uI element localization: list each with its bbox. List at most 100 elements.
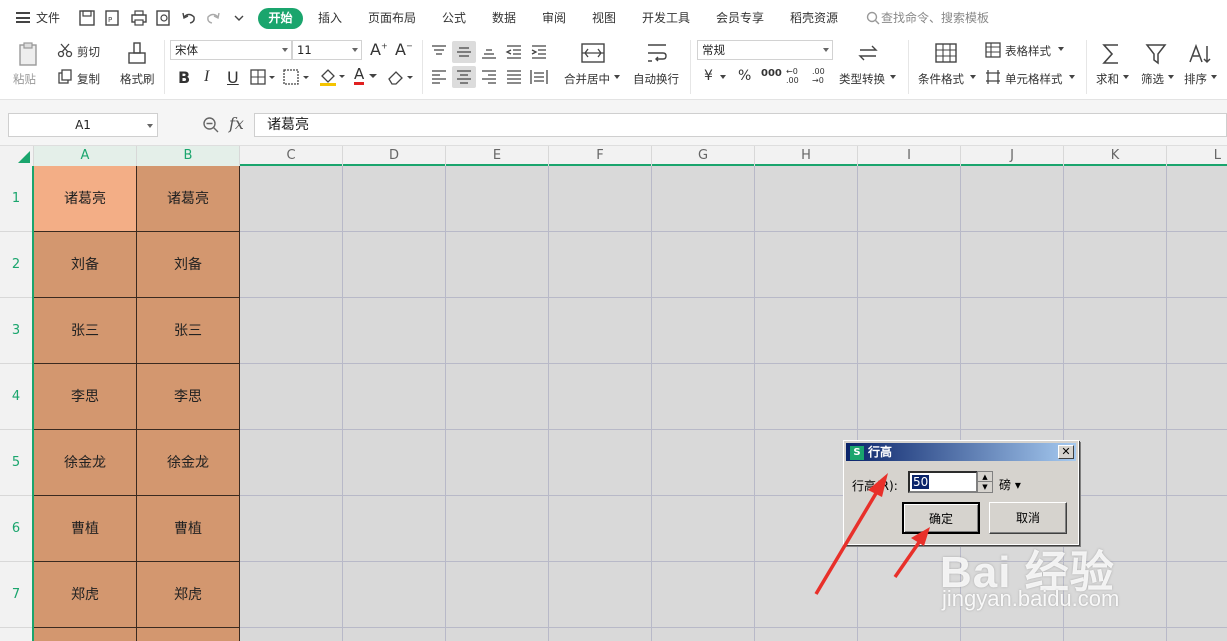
formula-input[interactable]: 诸葛亮 (254, 113, 1227, 137)
dialog-title-bar[interactable]: S 行高 ✕ (846, 443, 1076, 461)
cell-b8[interactable] (137, 628, 240, 641)
dropdown-arrow-icon[interactable] (1069, 75, 1075, 79)
format-painter-button[interactable]: 格式刷 (120, 71, 155, 87)
increase-decimal-button[interactable]: ←0 .00 (786, 67, 804, 85)
align-top-icon[interactable] (430, 44, 448, 60)
column-header-l[interactable]: L (1167, 146, 1227, 166)
font-color-dropdown-icon[interactable] (369, 74, 377, 80)
column-header-c[interactable]: C (240, 146, 343, 166)
currency-button[interactable]: ¥ (704, 68, 713, 84)
save-icon[interactable] (78, 9, 96, 27)
tab-review[interactable]: 审阅 (542, 9, 566, 26)
bold-button[interactable]: B (178, 68, 190, 87)
column-header-a[interactable]: A (34, 146, 137, 166)
increase-font-icon[interactable]: A+ (370, 40, 388, 59)
paste-button[interactable]: 粘贴 (13, 71, 36, 87)
font-size-select[interactable]: 11 (292, 40, 362, 60)
align-center-icon[interactable] (455, 69, 473, 85)
merge-center-button[interactable]: 合并居中 (564, 71, 610, 87)
column-header-h[interactable]: H (755, 146, 858, 166)
cut-button[interactable]: 剪切 (77, 44, 100, 60)
export-pdf-icon[interactable]: P (104, 9, 122, 27)
merge-center-icon[interactable] (580, 42, 606, 64)
column-header-b[interactable]: B (137, 146, 240, 166)
cell-a8[interactable] (34, 628, 137, 641)
quick-access-dropdown-icon[interactable] (230, 9, 248, 27)
percent-button[interactable]: % (738, 68, 751, 84)
dropdown-arrow-icon[interactable] (614, 75, 620, 79)
copy-button[interactable]: 复制 (77, 71, 100, 87)
cell-a6[interactable]: 曹植 (34, 496, 137, 562)
font-color-button[interactable]: A (354, 67, 365, 85)
spin-up-icon[interactable]: ▲ (978, 472, 992, 482)
redo-icon[interactable] (204, 9, 222, 27)
column-header-k[interactable]: K (1064, 146, 1167, 166)
row-header-4[interactable]: 4 (0, 364, 32, 430)
column-header-f[interactable]: F (549, 146, 652, 166)
scissors-icon[interactable] (57, 42, 73, 58)
font-name-select[interactable]: 宋体 (170, 40, 292, 60)
cell-b3[interactable]: 张三 (137, 298, 240, 364)
copy-icon[interactable] (57, 69, 73, 85)
unit-select[interactable]: 磅 ▾ (999, 476, 1021, 493)
row-header-5[interactable]: 5 (0, 430, 32, 496)
conditional-format-button[interactable]: 条件格式 (918, 71, 964, 87)
tab-docer-resources[interactable]: 稻壳资源 (790, 9, 838, 26)
increase-indent-icon[interactable] (530, 44, 548, 60)
cell-b1[interactable]: 诸葛亮 (137, 166, 240, 232)
decrease-decimal-button[interactable]: .00 →0 (812, 67, 830, 85)
spin-down-icon[interactable]: ▼ (978, 482, 992, 492)
row-height-spinner[interactable]: ▲ ▼ (977, 471, 993, 493)
decrease-indent-icon[interactable] (505, 44, 523, 60)
dropdown-arrow-icon[interactable] (1123, 75, 1129, 79)
select-all-corner[interactable] (0, 146, 34, 166)
justify-icon[interactable] (505, 69, 523, 85)
table-style-button[interactable]: 表格样式 (1005, 43, 1051, 59)
thousands-separator-button[interactable]: 000 (761, 68, 782, 79)
dropdown-arrow-icon[interactable] (1211, 75, 1217, 79)
column-header-g[interactable]: G (652, 146, 755, 166)
decrease-font-icon[interactable]: A− (395, 40, 413, 59)
cell-a4[interactable]: 李思 (34, 364, 137, 430)
borders-icon[interactable] (250, 69, 276, 85)
print-icon[interactable] (130, 9, 148, 27)
tab-home[interactable]: 开始 (258, 8, 303, 29)
align-left-icon[interactable] (430, 69, 448, 85)
dropdown-arrow-icon[interactable] (1168, 75, 1174, 79)
tab-data[interactable]: 数据 (492, 9, 516, 26)
dropdown-arrow-icon[interactable] (720, 75, 726, 79)
close-icon[interactable]: ✕ (1058, 445, 1074, 459)
cell-b2[interactable]: 刘备 (137, 232, 240, 298)
distributed-align-icon[interactable] (530, 69, 548, 85)
align-bottom-icon[interactable] (480, 44, 498, 60)
italic-button[interactable]: I (204, 68, 209, 86)
cell-style-button[interactable]: 单元格样式 (1005, 71, 1063, 87)
cell-a7[interactable]: 郑虎 (34, 562, 137, 628)
sum-button[interactable]: 求和 (1096, 71, 1119, 87)
filter-icon[interactable] (1145, 42, 1167, 66)
column-header-e[interactable]: E (446, 146, 549, 166)
cell-b5[interactable]: 徐金龙 (137, 430, 240, 496)
sort-button[interactable]: 排序 (1184, 71, 1207, 87)
filter-button[interactable]: 筛选 (1141, 71, 1164, 87)
dropdown-arrow-icon[interactable] (890, 75, 896, 79)
command-search-input[interactable]: 查找命令、搜索模板 (881, 9, 989, 26)
sum-icon[interactable] (1100, 42, 1122, 66)
row-header-2[interactable]: 2 (0, 232, 32, 298)
row-header-3[interactable]: 3 (0, 298, 32, 364)
fill-color-icon[interactable] (318, 67, 346, 87)
cell-a3[interactable]: 张三 (34, 298, 137, 364)
menu-file[interactable]: 文件 (36, 9, 60, 26)
insert-function-button[interactable]: fx (229, 114, 244, 133)
cell-a5[interactable]: 徐金龙 (34, 430, 137, 496)
hamburger-menu-icon[interactable] (16, 12, 30, 23)
name-box[interactable]: A1 (8, 113, 158, 137)
cell-b4[interactable]: 李思 (137, 364, 240, 430)
tab-view[interactable]: 视图 (592, 9, 616, 26)
tab-formulas[interactable]: 公式 (442, 9, 466, 26)
wrap-text-icon[interactable] (645, 42, 669, 64)
conditional-format-icon[interactable] (934, 42, 958, 64)
align-right-icon[interactable] (480, 69, 498, 85)
format-painter-icon[interactable] (126, 41, 148, 67)
type-convert-icon[interactable] (856, 42, 880, 64)
